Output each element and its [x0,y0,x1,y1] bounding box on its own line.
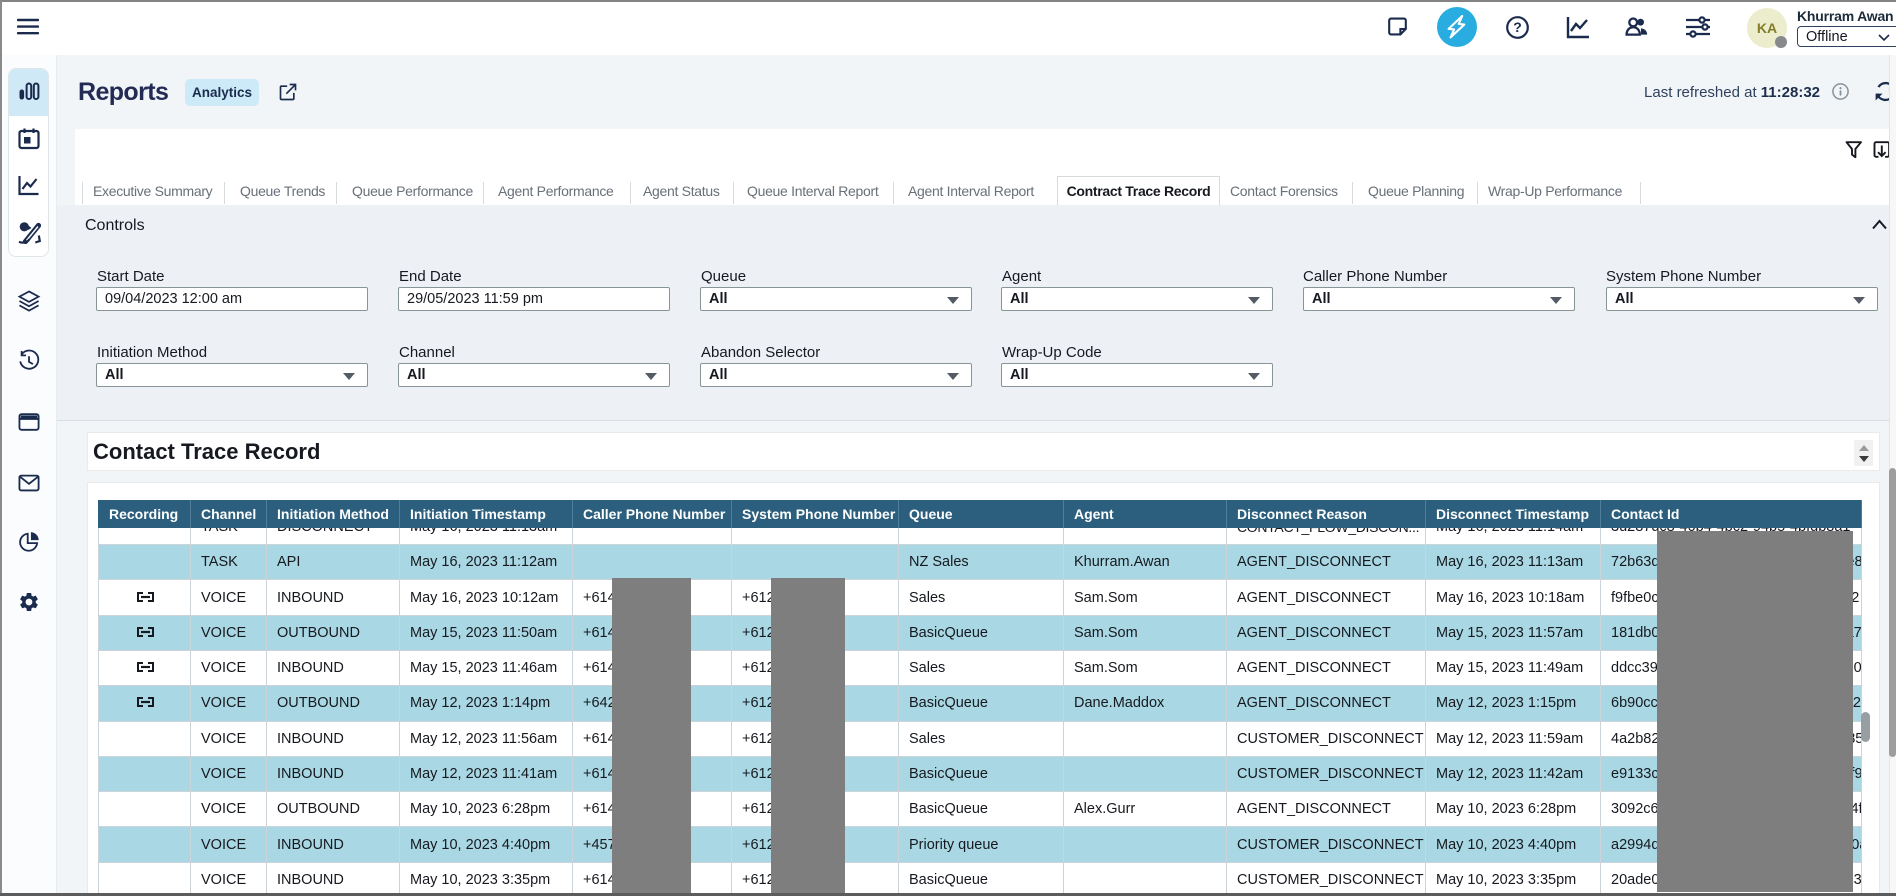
svg-text:?: ? [1513,19,1522,35]
